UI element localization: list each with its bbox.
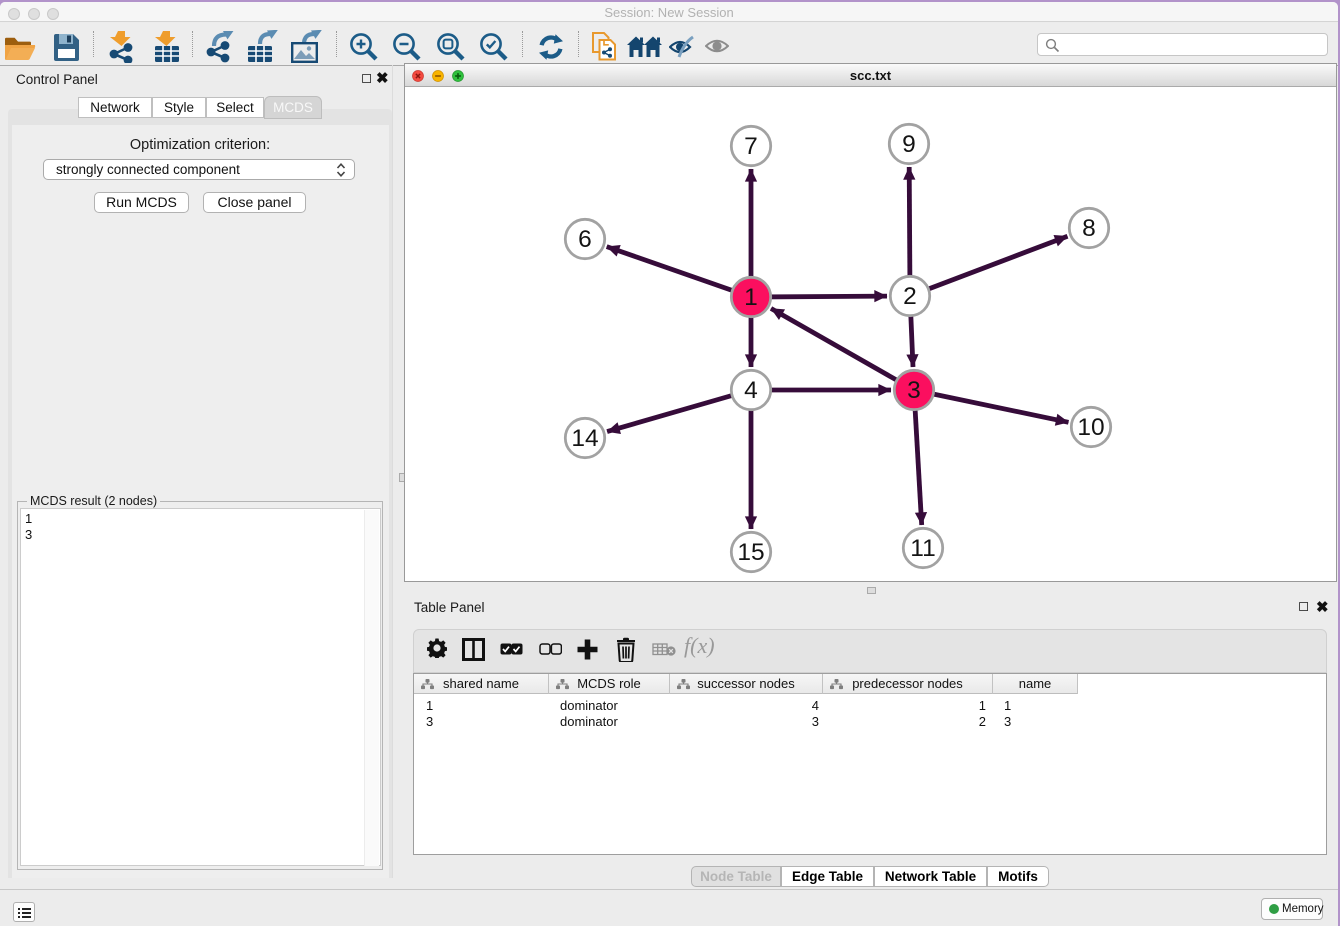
svg-text:3: 3 [907,377,921,404]
svg-text:2: 2 [903,283,917,310]
svg-text:7: 7 [744,133,758,160]
svg-text:9: 9 [902,131,916,158]
svg-text:1: 1 [744,284,758,311]
svg-text:6: 6 [578,226,592,253]
svg-text:15: 15 [737,539,764,566]
svg-text:11: 11 [910,535,935,562]
svg-text:8: 8 [1082,215,1096,242]
svg-text:14: 14 [571,425,598,452]
svg-text:4: 4 [744,377,758,404]
svg-text:10: 10 [1077,414,1104,441]
